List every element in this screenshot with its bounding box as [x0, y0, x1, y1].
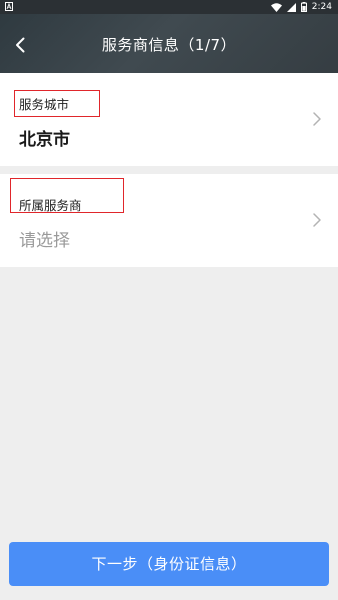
city-selector[interactable]: 服务城市 北京市	[0, 73, 338, 166]
provider-selector[interactable]: 所属服务商 请选择	[0, 174, 338, 267]
status-time: 2:24	[311, 2, 332, 12]
chevron-right-icon	[313, 213, 321, 227]
highlight-box	[14, 90, 100, 117]
status-bar: 2:24	[0, 0, 338, 14]
wifi-icon	[270, 2, 282, 12]
status-icons: 2:24	[270, 1, 332, 13]
city-value: 北京市	[19, 130, 70, 150]
next-step-button[interactable]: 下一步（身份证信息）	[9, 542, 329, 586]
page-title: 服务商信息（1/7）	[101, 36, 237, 54]
highlight-box	[10, 178, 124, 213]
signal-icon	[286, 2, 296, 12]
notification-icon	[5, 2, 13, 11]
chevron-right-icon	[313, 112, 321, 126]
provider-placeholder: 请选择	[19, 231, 70, 251]
app-bar: 服务商信息（1/7）	[0, 14, 338, 76]
battery-icon	[300, 2, 307, 12]
